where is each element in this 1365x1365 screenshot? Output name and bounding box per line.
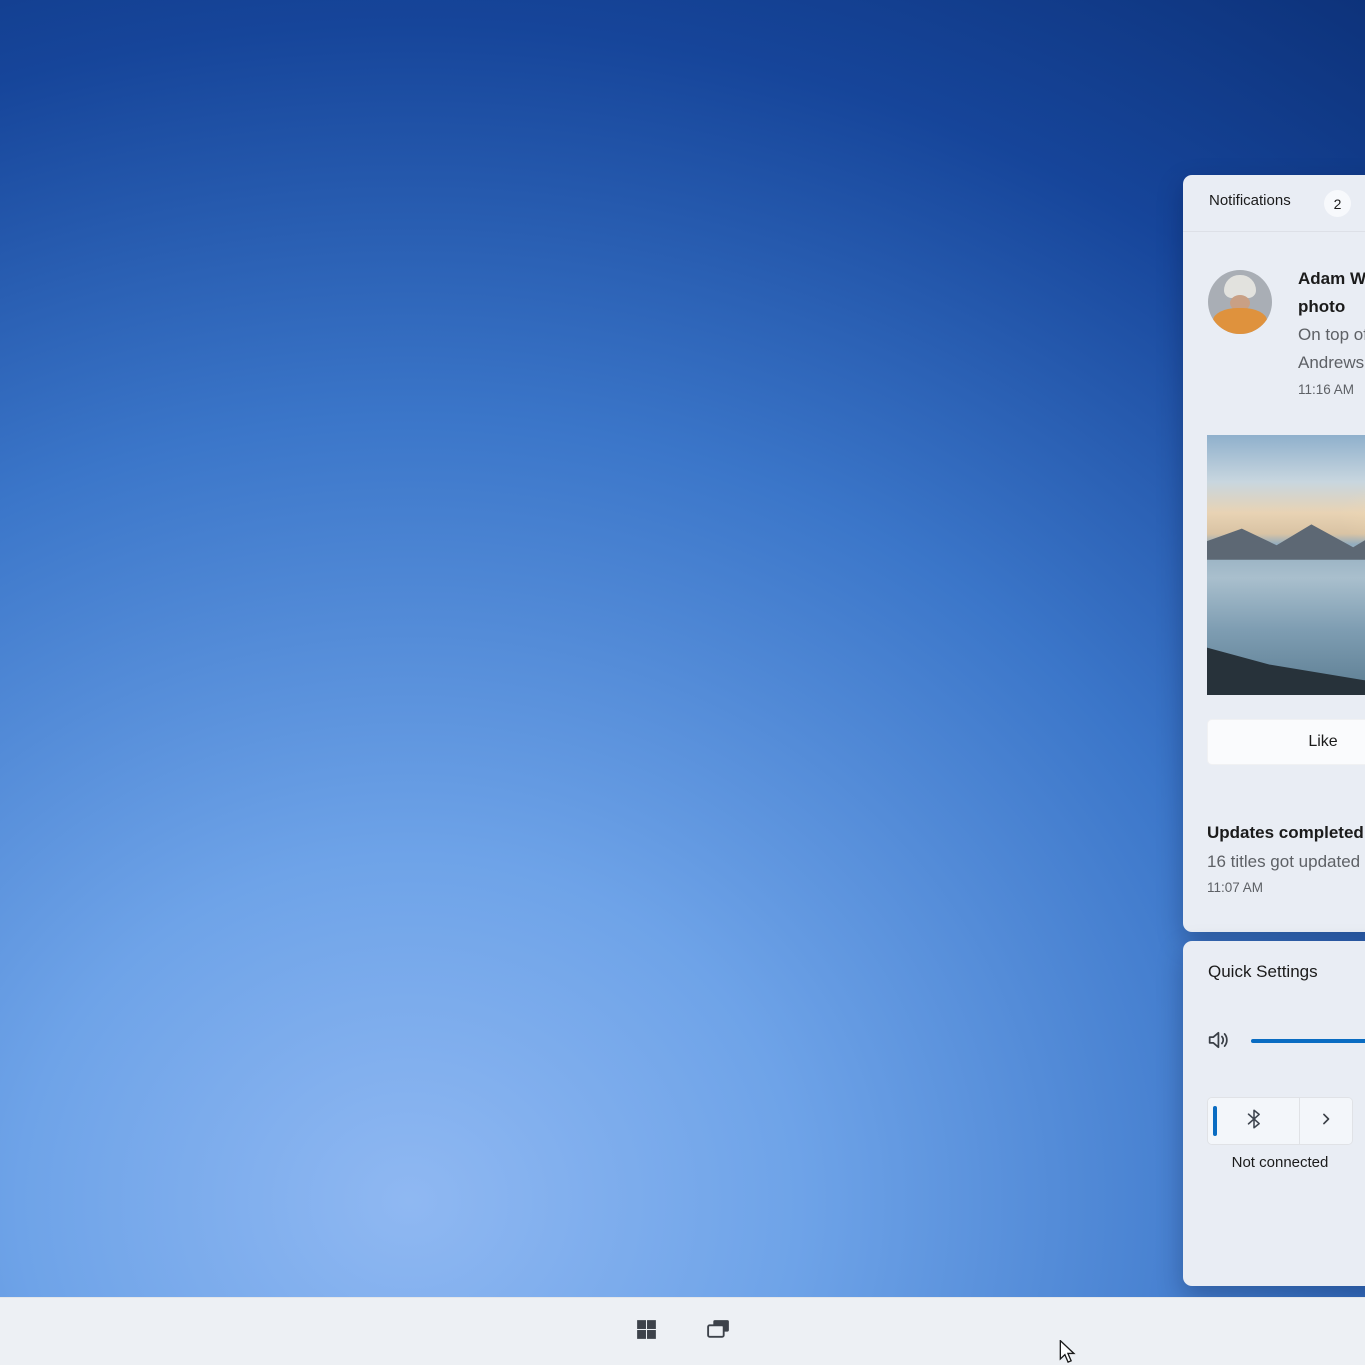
start-button[interactable] — [632, 1317, 662, 1347]
notifications-title: Notifications — [1209, 192, 1291, 209]
bluetooth-accent-bar — [1213, 1106, 1217, 1136]
task-view-icon — [705, 1316, 732, 1348]
notification-count-badge: 2 — [1324, 190, 1351, 217]
updates-title: Updates completed — [1207, 823, 1364, 842]
speaker-volume-icon — [1205, 1026, 1233, 1059]
notification-body-line2: Andrews — [1298, 353, 1365, 372]
windows-start-icon — [634, 1317, 659, 1347]
desktop-wallpaper — [0, 0, 1365, 1365]
taskbar — [0, 1297, 1365, 1365]
photo-shore — [1207, 647, 1365, 695]
updates-body: 16 titles got updated — [1207, 852, 1361, 871]
notification-body-line1: On top of — [1298, 325, 1365, 344]
volume-slider-track — [1251, 1038, 1365, 1044]
like-button[interactable]: Like — [1207, 719, 1365, 765]
notifications-panel: Notifications 2 Adam Wilson shared a pho… — [1183, 175, 1365, 932]
task-view-button[interactable] — [704, 1317, 734, 1347]
avatar — [1208, 270, 1272, 334]
notification-card-updates[interactable]: Updates completed 16 titles got updated … — [1183, 795, 1365, 925]
bluetooth-status-label: Not connected — [1231, 1154, 1329, 1171]
notification-title-line2: photo — [1298, 297, 1346, 316]
bluetooth-button[interactable] — [1208, 1098, 1300, 1144]
chevron-right-icon — [1316, 1109, 1336, 1134]
arrow-cursor — [1056, 1339, 1078, 1365]
notification-text-block: Adam Wilson shared a photo On top of And… — [1298, 265, 1365, 397]
volume-mute-button[interactable] — [1202, 1025, 1236, 1059]
notification-card-photo[interactable]: Adam Wilson shared a photo On top of And… — [1183, 235, 1365, 765]
avatar-jacket — [1213, 308, 1267, 334]
volume-slider[interactable] — [1251, 1029, 1365, 1053]
quick-settings-title: Quick Settings — [1208, 962, 1318, 981]
bluetooth-expand-button[interactable] — [1300, 1098, 1352, 1144]
notifications-header: Notifications 2 — [1183, 175, 1365, 232]
notification-title-line1: Adam Wilson shared a — [1298, 269, 1365, 288]
bluetooth-tile — [1207, 1097, 1353, 1145]
notification-timestamp: 11:16 AM — [1298, 382, 1355, 397]
updates-text-block: Updates completed 16 titles got updated … — [1207, 818, 1365, 895]
updates-timestamp: 11:07 AM — [1207, 880, 1264, 895]
bluetooth-icon — [1243, 1108, 1265, 1135]
notification-image — [1207, 435, 1365, 695]
quick-settings-panel: Quick Settings Not connected — [1183, 941, 1365, 1286]
